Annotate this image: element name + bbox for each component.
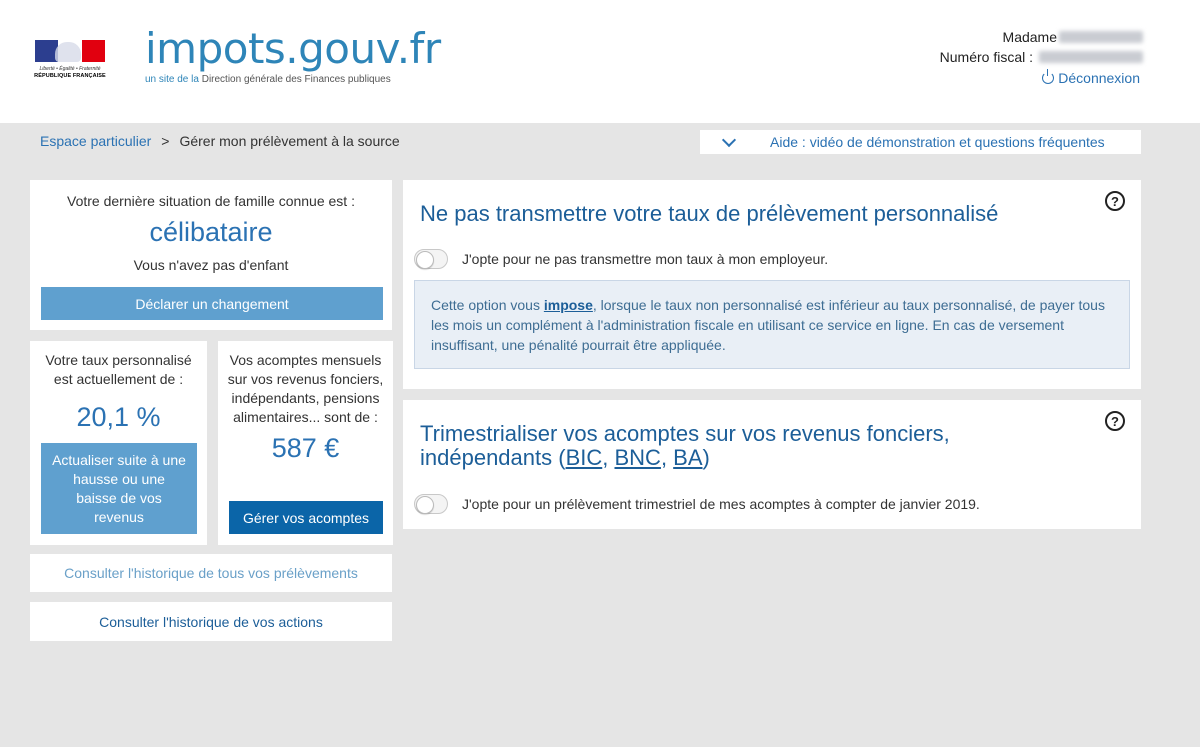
brand[interactable]: impots.gouv.fr un site de la Direction g… — [145, 24, 441, 86]
marianne-icon — [55, 42, 81, 62]
quarterly-toggle-label[interactable]: J'opte pour un prélèvement trimestriel d… — [462, 496, 980, 512]
user-title: Madame — [1002, 29, 1057, 45]
no-transmit-toggle[interactable] — [414, 249, 448, 269]
family-situation-card: Votre dernière situation de famille conn… — [30, 180, 392, 330]
brand-name: impots.gouv.fr — [145, 24, 441, 73]
quarterly-option: J'opte pour un prélèvement trimestriel d… — [414, 494, 980, 514]
declare-change-button[interactable]: Déclarer un changement — [41, 287, 383, 320]
help-accordion-label: Aide : vidéo de démonstration et questio… — [770, 134, 1105, 150]
personal-rate-card: Votre taux personnalisé est actuellement… — [30, 341, 207, 545]
rate-label: Votre taux personnalisé est actuellement… — [45, 352, 192, 387]
logo-motto: Liberté • Égalité • Fraternité — [39, 66, 101, 72]
breadcrumb-home[interactable]: Espace particulier — [40, 133, 151, 149]
installments-value: 587 € — [271, 433, 340, 463]
breadcrumb-current: Gérer mon prélèvement à la source — [179, 133, 400, 149]
withdrawal-history-link[interactable]: Consulter l'historique de tous vos prélè… — [30, 554, 392, 592]
chevron-down-icon — [721, 132, 737, 147]
breadcrumb: Espace particulier > Gérer mon prélèveme… — [40, 133, 400, 149]
installments-label: Vos acomptes mensuels sur vos revenus fo… — [227, 352, 384, 425]
republique-francaise-logo[interactable]: Liberté • Égalité • Fraternité RÉPUBLIQU… — [33, 40, 106, 85]
no-transmit-option: J'opte pour ne pas transmettre mon taux … — [414, 249, 828, 269]
fiscal-number-redacted — [1039, 51, 1143, 63]
no-transmit-toggle-label[interactable]: J'opte pour ne pas transmettre mon taux … — [462, 251, 828, 267]
help-accordion[interactable]: Aide : vidéo de démonstration et questio… — [700, 130, 1141, 154]
update-rate-button[interactable]: Actualiser suite à une hausse ou une bai… — [41, 443, 197, 534]
actions-history-link[interactable]: Consulter l'historique de vos actions — [30, 602, 392, 641]
fiscal-number-label: Numéro fiscal : — [939, 49, 1033, 65]
manage-installments-button[interactable]: Gérer vos acomptes — [229, 501, 383, 534]
ba-link[interactable]: BA — [673, 445, 702, 470]
bic-link[interactable]: BIC — [566, 445, 603, 470]
rate-value: 20,1 % — [76, 402, 161, 432]
quarterly-section: Trimestrialiser vos acomptes sur vos rev… — [403, 400, 1141, 529]
header: Liberté • Égalité • Fraternité RÉPUBLIQU… — [0, 0, 1200, 123]
bnc-link[interactable]: BNC — [614, 445, 660, 470]
impose-emphasis: impose — [543, 297, 593, 313]
user-name-redacted — [1059, 31, 1143, 43]
quarterly-title: Trimestrialiser vos acomptes sur vos rev… — [420, 421, 950, 470]
logout-label: Déconnexion — [1058, 70, 1140, 86]
quarterly-toggle[interactable] — [414, 494, 448, 514]
brand-subtitle: un site de la Direction générale des Fin… — [145, 74, 391, 85]
no-transmit-info-box: Cette option vous impose, lorsque le tau… — [414, 280, 1130, 369]
no-transmit-title: Ne pas transmettre votre taux de prélève… — [420, 201, 999, 226]
help-icon[interactable]: ? — [1105, 191, 1125, 211]
logout-link[interactable]: Déconnexion — [1042, 69, 1140, 86]
help-icon[interactable]: ? — [1105, 411, 1125, 431]
logo-name: RÉPUBLIQUE FRANÇAISE — [34, 73, 106, 79]
children-status: Vous n'avez pas d'enfant — [133, 257, 289, 273]
no-transmit-section: Ne pas transmettre votre taux de prélève… — [403, 180, 1141, 389]
family-status: célibataire — [149, 217, 273, 247]
power-icon — [1042, 69, 1055, 84]
monthly-installments-card: Vos acomptes mensuels sur vos revenus fo… — [218, 341, 393, 545]
user-info: Madame Numéro fiscal : — [940, 27, 1143, 67]
breadcrumb-separator: > — [161, 133, 170, 149]
family-label: Votre dernière situation de famille conn… — [67, 193, 355, 209]
